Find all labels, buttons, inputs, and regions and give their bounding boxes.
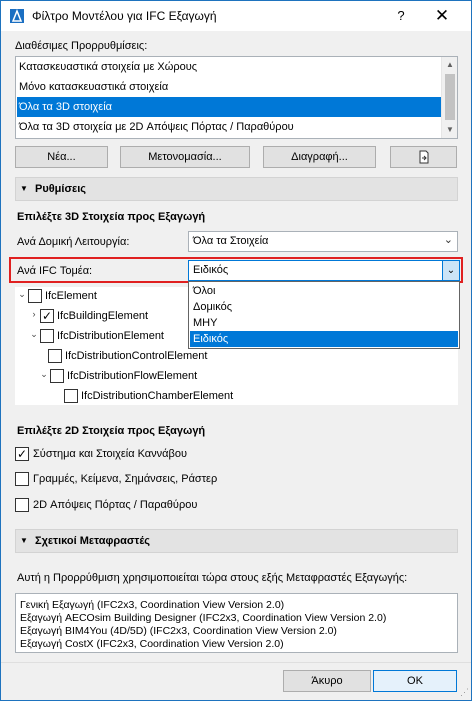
- dropdown-option[interactable]: Δομικός: [190, 299, 458, 315]
- tree-node-label: IfcElement: [45, 290, 97, 302]
- ifc-domain-label: Ανά IFC Τομέα:: [17, 265, 93, 277]
- tree-node-label: IfcDistributionControlElement: [65, 350, 208, 362]
- preset-list[interactable]: Κατασκευαστικά στοιχεία με Χώρους Μόνο κ…: [15, 56, 458, 139]
- translator-item: Εξαγωγή AECOsim Building Designer (IFC2x…: [20, 612, 387, 624]
- resize-grip-icon[interactable]: ⋰: [460, 687, 469, 698]
- collapse-arrow-icon[interactable]: ⌄: [39, 369, 49, 380]
- tree-node-label: IfcDistributionFlowElement: [67, 370, 198, 382]
- tree-node-label: IfcDistributionElement: [57, 330, 164, 342]
- tree-checkbox[interactable]: [48, 349, 62, 363]
- dropdown-option[interactable]: ΜΗΥ: [190, 315, 458, 331]
- select-2d-title: Επιλέξτε 2D Στοιχεία προς Εξαγωγή: [17, 425, 206, 437]
- translators-description: Αυτή η Προρρύθμιση χρησιμοποιείται τώρα …: [17, 572, 408, 584]
- dropdown-option-selected[interactable]: Ειδικός: [190, 331, 458, 347]
- tree-checkbox[interactable]: [50, 369, 64, 383]
- preset-list-scrollbar[interactable]: ▲ ▼: [441, 57, 457, 138]
- option-label: 2D Απόψεις Πόρτας / Παραθύρου: [33, 499, 198, 511]
- tree-checkbox-checked[interactable]: ✓: [40, 309, 54, 323]
- structural-function-value: Όλα τα Στοιχεία: [193, 235, 269, 247]
- preset-item[interactable]: Κατασκευαστικά στοιχεία με Χώρους: [17, 57, 441, 77]
- rename-preset-button[interactable]: Μετονομασία...: [120, 146, 250, 168]
- select-3d-title: Επιλέξτε 3D Στοιχεία προς Εξαγωγή: [17, 211, 206, 223]
- ok-button[interactable]: OK: [373, 670, 457, 692]
- tree-node-label: IfcDistributionChamberElement: [81, 390, 234, 402]
- tree-checkbox[interactable]: [28, 289, 42, 303]
- ifc-domain-value: Ειδικός: [193, 264, 229, 276]
- ifc-domain-dropdown-list[interactable]: Όλοι Δομικός ΜΗΥ Ειδικός: [188, 281, 460, 349]
- translators-section-title: Σχετικοί Μεταφραστές: [35, 535, 151, 547]
- ifc-domain-select[interactable]: Ειδικός ⌄: [188, 260, 460, 281]
- collapse-arrow-icon[interactable]: ⌄: [29, 329, 39, 340]
- help-button[interactable]: ?: [389, 5, 413, 27]
- scrollbar-thumb[interactable]: [445, 74, 455, 120]
- collapse-triangle-icon: ▼: [20, 536, 28, 545]
- preset-item[interactable]: Μόνο κατασκευαστικά στοιχεία: [17, 77, 441, 97]
- option-2d-grid[interactable]: ✓ Σύστημα και Στοιχεία Καννάβου: [15, 447, 315, 463]
- checkbox[interactable]: [15, 498, 29, 512]
- delete-preset-button[interactable]: Διαγραφή...: [263, 146, 376, 168]
- dialog-title: Φίλτρο Μοντέλου για IFC Εξαγωγή: [32, 9, 217, 23]
- archicad-app-icon: [10, 9, 24, 23]
- import-preset-button[interactable]: [390, 146, 457, 168]
- settings-section-title: Ρυθμίσεις: [35, 183, 86, 195]
- tree-checkbox[interactable]: [40, 329, 54, 343]
- tree-checkbox[interactable]: [64, 389, 78, 403]
- ifc-model-filter-dialog: Φίλτρο Μοντέλου για IFC Εξαγωγή ? ✕ Διαθ…: [0, 0, 472, 701]
- title-bar[interactable]: Φίλτρο Μοντέλου για IFC Εξαγωγή ? ✕: [1, 1, 471, 31]
- checkbox-checked[interactable]: ✓: [15, 447, 29, 461]
- dropdown-option[interactable]: Όλοι: [190, 283, 458, 299]
- new-preset-button[interactable]: Νέα...: [15, 146, 108, 168]
- tree-node-label: IfcBuildingElement: [57, 310, 149, 322]
- presets-label: Διαθέσιμες Προρρυθμίσεις:: [15, 40, 148, 52]
- option-label: Σύστημα και Στοιχεία Καννάβου: [33, 448, 187, 460]
- collapse-arrow-icon[interactable]: ⌄: [17, 289, 27, 300]
- option-2d-lines-texts[interactable]: Γραμμές, Κείμενα, Σημάνσεις, Ράστερ: [15, 472, 315, 488]
- option-2d-door-window[interactable]: 2D Απόψεις Πόρτας / Παραθύρου: [15, 498, 315, 514]
- expand-arrow-icon[interactable]: ›: [29, 309, 39, 319]
- import-file-icon: [419, 150, 428, 164]
- structural-function-label: Ανά Δομική Λειτουργία:: [17, 236, 130, 248]
- structural-function-select[interactable]: Όλα τα Στοιχεία ⌄: [188, 231, 458, 252]
- translator-item: Γενική Εξαγωγή (IFC2x3, Coordination Vie…: [20, 599, 285, 611]
- scroll-up-icon[interactable]: ▲: [442, 57, 457, 73]
- chevron-down-icon: ⌄: [443, 234, 453, 246]
- translator-item: Εξαγωγή BIM4You (4D/5D) (IFC2x3, Coordin…: [20, 625, 337, 637]
- option-label: Γραμμές, Κείμενα, Σημάνσεις, Ράστερ: [33, 473, 218, 485]
- close-button[interactable]: ✕: [427, 5, 457, 27]
- settings-section-header[interactable]: ▼ Ρυθμίσεις: [15, 177, 458, 201]
- translators-section-header[interactable]: ▼ Σχετικοί Μεταφραστές: [15, 529, 458, 553]
- cancel-button[interactable]: Άκυρο: [283, 670, 371, 692]
- preset-item[interactable]: Όλα τα 3D στοιχεία με 2D Απόψεις Πόρτας …: [17, 117, 441, 137]
- translator-item: Εξαγωγή CostX (IFC2x3, Coordination View…: [20, 638, 284, 650]
- chevron-down-icon[interactable]: ⌄: [442, 261, 459, 280]
- dialog-footer: Άκυρο OK ⋰: [1, 662, 471, 700]
- checkbox[interactable]: [15, 472, 29, 486]
- translators-list[interactable]: Γενική Εξαγωγή (IFC2x3, Coordination Vie…: [15, 593, 458, 653]
- collapse-triangle-icon: ▼: [20, 184, 28, 193]
- preset-item-selected[interactable]: Όλα τα 3D στοιχεία: [17, 97, 441, 117]
- scroll-down-icon[interactable]: ▼: [442, 122, 457, 138]
